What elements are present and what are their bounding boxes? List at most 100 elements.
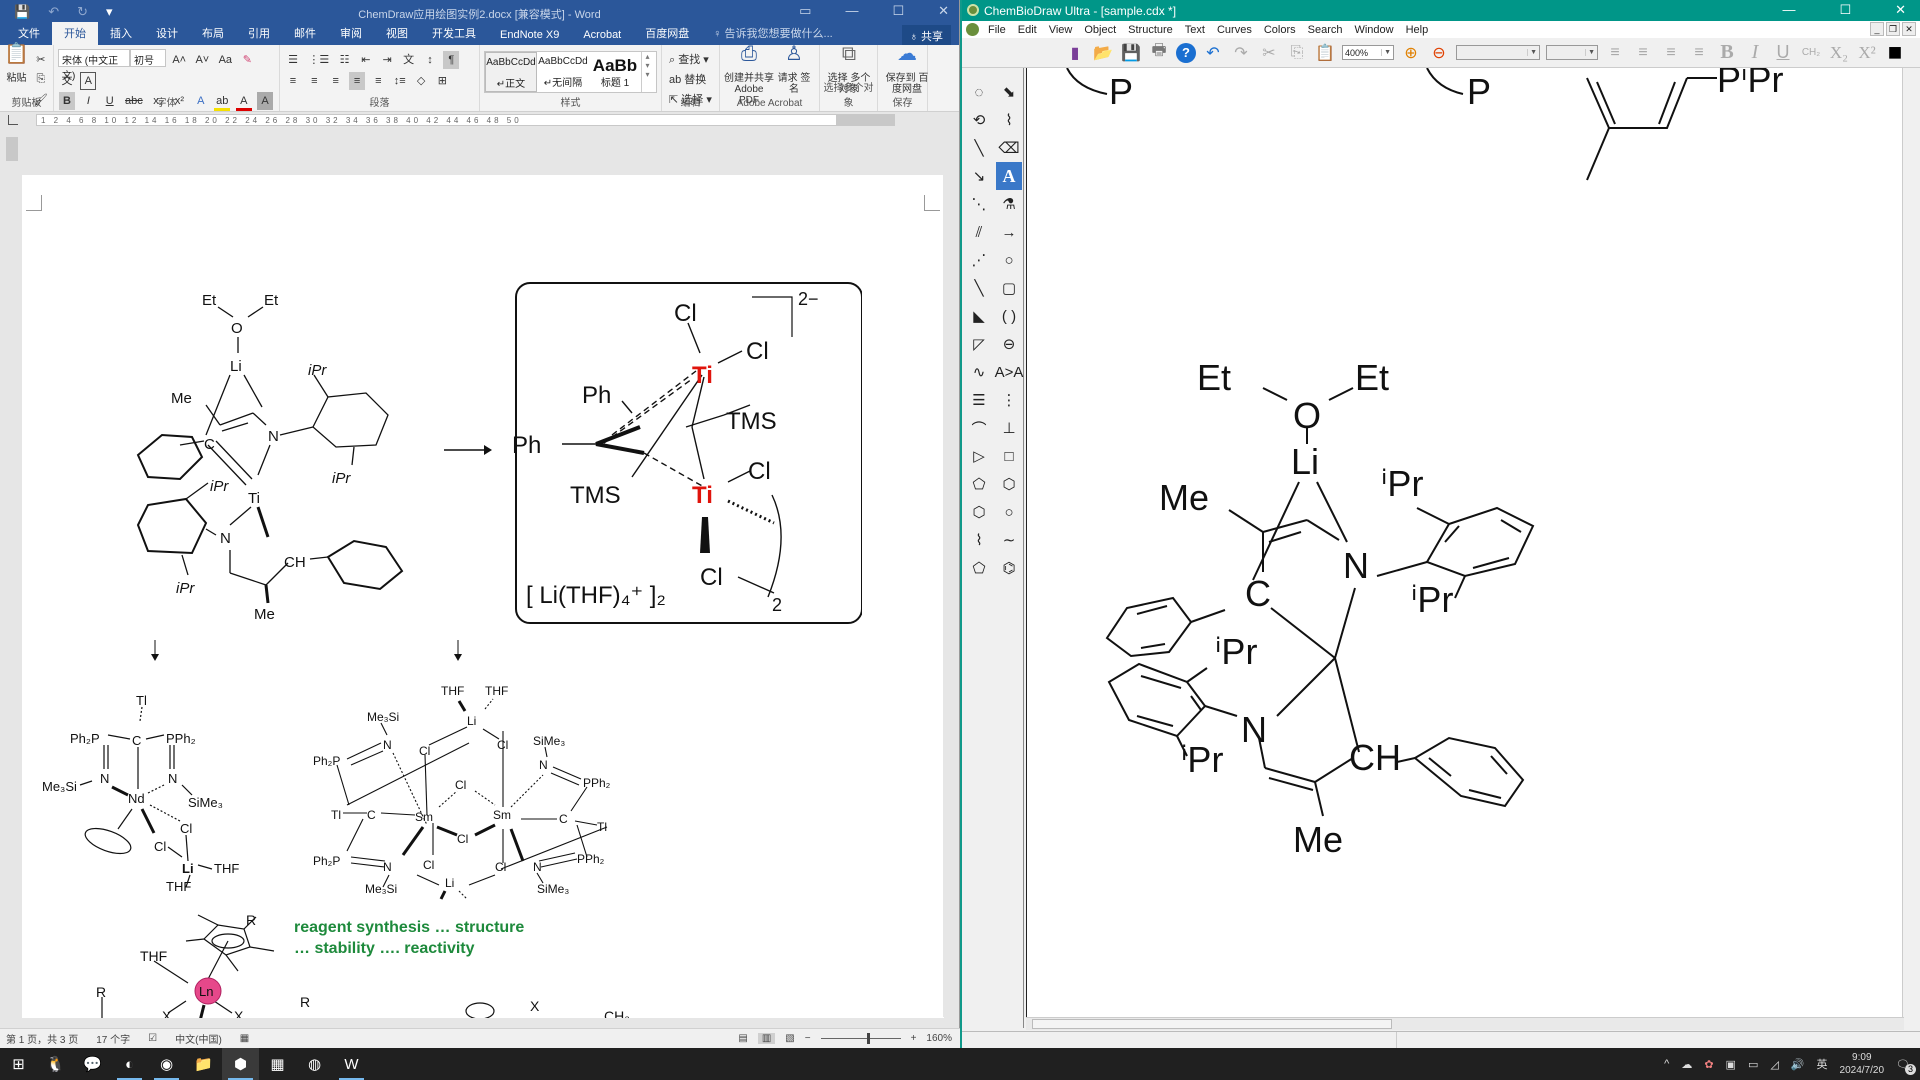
copy-button[interactable]: ⎘ [32,70,50,88]
align-right-button[interactable]: ≡ [1660,42,1682,64]
styles-scroll[interactable]: ▴ ▾ ▾ [641,52,653,92]
copy-button[interactable]: ⎘ [1286,42,1308,64]
tool-charge-icon[interactable]: ⊖ [996,330,1022,358]
tab-mailings[interactable]: 邮件 [282,22,328,45]
sm-complex-structure[interactable]: THF THF Li Me₃Si N Cl Cl SiMe₃ Ph₂P Cl N… [307,665,667,900]
numbering-button[interactable]: ⋮☰ [306,51,331,69]
tool-solid-bond-icon[interactable]: ╲ [966,134,992,162]
taskbar-qq-icon[interactable]: 🐧 [37,1048,74,1080]
save-button[interactable]: 💾 [1120,42,1142,64]
bold-button[interactable]: B [1716,41,1738,64]
menu-search[interactable]: Search [1302,24,1349,36]
phonetic-guide-button[interactable]: 文 [59,71,75,89]
multilevel-list-button[interactable]: ☷ [337,51,353,69]
nd-complex-structure[interactable]: Tl Ph₂P C PPh₂ N N Me₃Si Nd SiMe₃ Cl Cl … [42,665,302,895]
clock[interactable]: 9:09 2024/7/20 [1840,1051,1885,1077]
canvas-horizontal-scrollbar[interactable] [1026,1017,1904,1030]
ime-indicator[interactable]: 英 [1817,1056,1828,1072]
tab-file[interactable]: 文件 [6,22,52,45]
tool-bold-bond-icon[interactable]: ╲ [966,274,992,302]
word-count[interactable]: 17 个字 [96,1031,130,1046]
proofing-icon[interactable]: ☑ [148,1033,157,1044]
zoom-out-button[interactable]: ⊖ [1428,42,1450,64]
print-button[interactable]: 🖶 [1148,42,1170,64]
web-layout-button[interactable]: ▧ [785,1033,794,1044]
formula-button[interactable]: CH₂ [1800,42,1822,64]
tool-chain-icon[interactable]: ⌇ [996,106,1022,134]
clear-formatting-button[interactable]: ✎ [239,50,255,68]
canvas-vertical-scrollbar[interactable] [1902,68,1918,1018]
menu-curves[interactable]: Curves [1211,24,1258,36]
zoom-level[interactable]: 160% [926,1033,952,1044]
tell-me-search[interactable]: ♀ 告诉我您想要做什么... [701,22,844,45]
justify-button[interactable]: ≡ [1688,42,1710,64]
tool-hollow-wedge-icon[interactable]: ◸ [966,330,992,358]
print-layout-button[interactable]: ▥ [757,1033,776,1044]
zoom-slider[interactable] [820,1033,901,1044]
notification-center-button[interactable]: 🗨 3 [1896,1058,1916,1075]
tool-brackets-icon[interactable]: ( ) [996,302,1022,330]
drawing-canvas[interactable]: P P PⁱPr Et Et O Li Me ⁱPr N C ⁱPr ⁱPr N… [1026,68,1904,1018]
zoom-out-button[interactable]: − [805,1033,811,1044]
document-page[interactable]: Et Et O Li Me iPr C N iPr Ti iPr N iPr C… [22,175,944,1018]
tab-baidu-netdisk[interactable]: 百度网盘 [633,22,701,45]
tab-references[interactable]: 引用 [236,22,282,45]
tool-lasso-icon[interactable]: ◌ [966,78,992,106]
tool-cycloheptane-icon[interactable]: ⬡ [966,498,992,526]
style-normal[interactable]: AaBbCcDd ↵正文 [485,52,537,92]
cut-button[interactable]: ✂ [32,50,50,68]
style-no-spacing[interactable]: AaBbCcDd ↵无间隔 [537,52,589,92]
menu-view[interactable]: View [1043,24,1079,36]
grow-font-button[interactable]: A˄ [170,51,188,69]
taskbar-file-explorer-icon[interactable]: 📁 [185,1048,222,1080]
cloud-icon[interactable]: ☁ [1681,1058,1692,1071]
tool-benzene-icon[interactable]: ⌬ [996,554,1022,582]
font-name-box[interactable]: 宋体 (中文正文) [58,49,130,82]
tool-marquee-select-icon[interactable]: ⬊ [996,78,1022,106]
battery-icon[interactable]: ▭ [1748,1058,1758,1071]
chinese-layout-button[interactable]: 文 [401,50,417,68]
taskbar-wechat-icon[interactable]: 💬 [74,1048,111,1080]
font-size-box[interactable]: 初号 [130,49,166,67]
volume-icon[interactable]: 🔊 [1791,1058,1805,1071]
tab-layout[interactable]: 布局 [190,22,236,45]
page-indicator[interactable]: 第 1 页，共 3 页 [6,1031,78,1046]
shrink-font-button[interactable]: A˅ [193,51,211,69]
tool-text-icon[interactable]: A [996,162,1022,190]
menu-structure[interactable]: Structure [1122,24,1179,36]
tool-bond-arrow-icon[interactable]: ↘ [966,162,992,190]
tool-cyclooctane-icon[interactable]: ○ [996,498,1022,526]
tool-eraser-icon[interactable]: ⌫ [996,134,1022,162]
decrease-indent-button[interactable]: ⇤ [358,51,374,69]
superscript-button[interactable]: X² [1856,42,1878,64]
ruler-strip[interactable]: 1 2 4 6 8 10 12 14 16 18 20 22 24 26 28 … [36,114,895,126]
increase-indent-button[interactable]: ⇥ [379,51,395,69]
undo-button[interactable]: ↶ [1202,42,1224,64]
tab-endnote[interactable]: EndNote X9 [488,26,571,45]
zoom-in-button[interactable]: ⊕ [1400,42,1422,64]
tool-multiple-bond-icon[interactable]: ☰ [966,386,992,414]
tab-acrobat[interactable]: Acrobat [571,26,633,45]
menu-help[interactable]: Help [1400,24,1435,36]
document-icon[interactable] [966,23,979,36]
tab-selector[interactable] [8,115,18,125]
read-mode-button[interactable]: ▤ [738,1033,747,1044]
line-spacing-button[interactable]: ↕≡ [392,72,408,90]
tool-tlc-icon[interactable]: ⋮ [996,386,1022,414]
close-button[interactable]: ✕ [938,3,949,19]
flower-icon[interactable]: ✿ [1704,1058,1713,1071]
show-marks-button[interactable]: ¶ [443,51,460,69]
tool-chain-n-icon[interactable]: ⌒ [966,414,992,442]
tool-dashed-bond-icon[interactable]: ⋱ [966,190,992,218]
distributed-button[interactable]: ≡ [370,72,386,90]
size-combo[interactable]: ▼ [1546,45,1598,60]
italic-button[interactable]: I [1744,41,1766,64]
tool-triangle-icon[interactable]: ▷ [966,442,992,470]
doc-close-button[interactable]: ✕ [1902,22,1916,36]
style-heading-1[interactable]: AaBb 标题 1 [589,52,641,92]
borders-button[interactable]: ⊞ [434,71,450,89]
language-indicator[interactable]: 中文(中国) [175,1031,222,1046]
titanium-dimer-structure[interactable]: Cl Cl Ti Ph TMS Ph Cl Ti TMS Cl [ Li(THF… [492,267,862,637]
doc-minimize-button[interactable]: _ [1870,22,1884,36]
find-button[interactable]: ⌕ 查找 ▾ [667,50,711,68]
